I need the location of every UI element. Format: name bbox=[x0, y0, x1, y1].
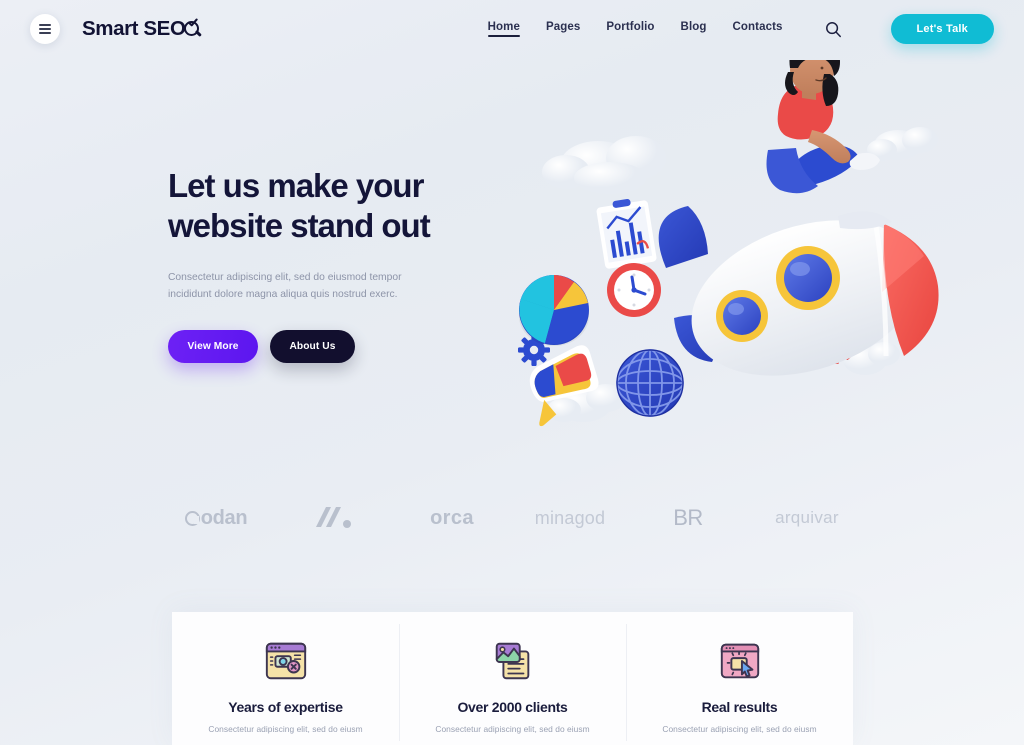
browser-settings-icon bbox=[265, 642, 306, 680]
feature-card-years-of-expertise: Years of expertise Consectetur adipiscin… bbox=[172, 612, 399, 745]
clock-icon bbox=[607, 263, 661, 317]
client-logo-minagod[interactable]: minagod bbox=[511, 508, 629, 529]
feature-subtitle: Consectetur adipiscing elit, sed do eius… bbox=[662, 724, 817, 734]
site-header: Smart SEO Home Pages Portfolio Blog Cont… bbox=[0, 0, 1024, 58]
nav-item-blog[interactable]: Blog bbox=[681, 21, 707, 37]
menu-icon-line bbox=[39, 23, 51, 26]
menu-icon-line bbox=[39, 32, 51, 35]
nav-item-contacts[interactable]: Contacts bbox=[733, 21, 783, 37]
magnifier-check-icon bbox=[183, 18, 203, 39]
site-logo[interactable]: Smart SEO bbox=[82, 17, 203, 41]
m-mark-icon bbox=[316, 507, 351, 528]
client-logo-orca[interactable]: orca bbox=[393, 507, 511, 530]
client-logo-label: orca bbox=[430, 506, 474, 529]
hero-subtitle: Consectetur adipiscing elit, sed do eius… bbox=[168, 271, 402, 301]
client-logo-label: minagod bbox=[534, 507, 606, 528]
pie-chart-icon bbox=[519, 275, 589, 346]
porthole bbox=[776, 246, 840, 310]
feature-card-real-results: Real results Consectetur adipiscing elit… bbox=[626, 612, 853, 745]
feature-title: Years of expertise bbox=[228, 699, 343, 715]
main-navigation: Home Pages Portfolio Blog Contacts Let's… bbox=[487, 14, 994, 44]
hero-title: Let us make your website stand out bbox=[168, 166, 498, 247]
globe-icon bbox=[616, 349, 684, 417]
hero-title-line-2: website stand out bbox=[168, 207, 431, 245]
search-button[interactable] bbox=[821, 16, 847, 42]
clipboard-chart-icon bbox=[596, 199, 657, 269]
rocket-icon bbox=[658, 206, 939, 376]
client-logo-codan[interactable]: odan bbox=[157, 507, 275, 530]
image-document-icon bbox=[495, 642, 529, 680]
view-more-button[interactable]: View More bbox=[168, 329, 258, 363]
client-logo-label: arquivar bbox=[775, 508, 839, 527]
features-section: Years of expertise Consectetur adipiscin… bbox=[172, 612, 853, 745]
nav-item-home[interactable]: Home bbox=[487, 21, 521, 37]
menu-button[interactable] bbox=[30, 14, 60, 44]
search-icon bbox=[826, 21, 841, 37]
cloud-icon bbox=[542, 136, 666, 194]
codan-circle-icon bbox=[184, 510, 200, 526]
woman-character bbox=[766, 60, 880, 194]
feature-card-over-2000-clients: Over 2000 clients Consectetur adipiscing… bbox=[399, 612, 626, 745]
nav-item-pages[interactable]: Pages bbox=[546, 21, 580, 37]
nav-item-portfolio[interactable]: Portfolio bbox=[606, 21, 654, 37]
client-logo-label: odan bbox=[200, 506, 248, 529]
about-us-button[interactable]: About Us bbox=[270, 329, 355, 363]
menu-icon-line bbox=[39, 28, 51, 30]
client-logo-br[interactable]: BR bbox=[629, 505, 747, 531]
click-cursor-icon bbox=[720, 643, 759, 679]
feature-title: Real results bbox=[701, 699, 778, 715]
feature-subtitle: Consectetur adipiscing elit, sed do eius… bbox=[208, 724, 363, 734]
feature-subtitle: Consectetur adipiscing elit, sed do eius… bbox=[435, 724, 590, 734]
hero-title-line-1: Let us make your bbox=[168, 167, 424, 204]
feature-title: Over 2000 clients bbox=[457, 699, 568, 715]
client-logos: odan orca minagod BR arquivar bbox=[0, 496, 1024, 540]
logo-text: Smart SEO bbox=[82, 17, 186, 40]
client-logo-m[interactable] bbox=[275, 505, 393, 531]
cloud-icon bbox=[867, 127, 938, 161]
porthole bbox=[716, 290, 768, 342]
client-logo-label: BR bbox=[673, 505, 703, 530]
hero-illustration bbox=[488, 60, 1024, 460]
lets-talk-button[interactable]: Let's Talk bbox=[890, 14, 994, 44]
hero-section: Let us make your website stand out Conse… bbox=[168, 166, 498, 363]
client-logo-arquivar[interactable]: arquivar bbox=[747, 508, 867, 528]
hero-buttons: View More About Us bbox=[168, 329, 498, 363]
